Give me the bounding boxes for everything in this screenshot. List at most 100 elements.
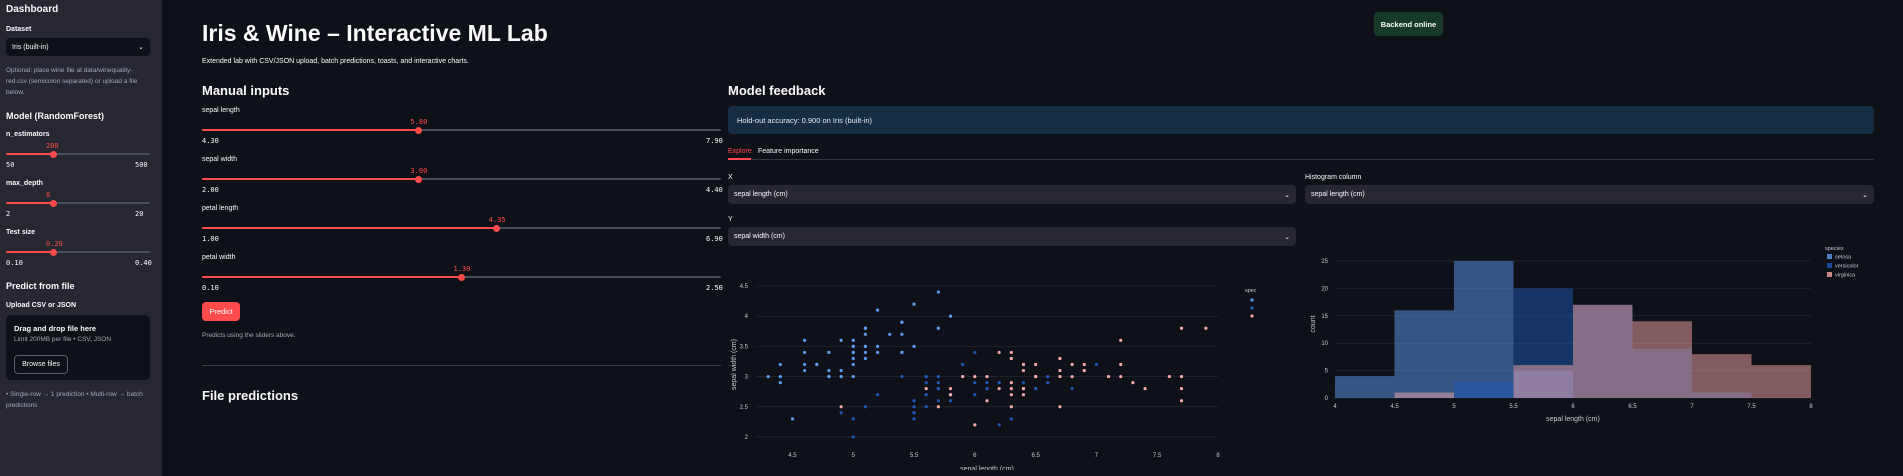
slider-thumb[interactable] (493, 224, 501, 232)
slider-min: 0.10 (6, 259, 23, 267)
sidebar-note: • Single-row → 1 prediction • Multi-row … (6, 389, 143, 411)
scatter-point-virginica (973, 423, 977, 427)
x-tick-label: 8 (1216, 453, 1220, 459)
scatter-point-virginica (1179, 326, 1184, 330)
upload-label: Upload CSV or JSON (6, 302, 77, 309)
scatter-point-setosa (778, 381, 782, 385)
scatter-point-virginica (1058, 405, 1062, 409)
legend-label: setosa (1835, 255, 1852, 261)
scatter-point-versicolor (936, 399, 940, 403)
slider-thumb[interactable] (458, 273, 465, 281)
slider-min: 2 (6, 210, 11, 218)
scatter-point-versicolor (985, 381, 989, 385)
scatter-point-virginica (1070, 374, 1074, 379)
histogram-column-select[interactable]: sepal length (cm) ⌄ (1305, 185, 1874, 204)
slider-fill (6, 251, 54, 253)
scatter-point-virginica (1179, 387, 1184, 391)
slider-value: 3.00 (410, 167, 428, 175)
scatter-point-virginica (973, 374, 977, 379)
scatter-point-setosa (875, 308, 880, 312)
scatter-point-setosa (839, 368, 843, 373)
scatter-point-versicolor (1034, 387, 1038, 391)
x-tick-label: 4.5 (1390, 404, 1399, 410)
y-tick-label: 20 (1321, 286, 1328, 292)
scatter-point-virginica (1082, 368, 1086, 373)
dataset-select-value: Iris (built-in) (12, 43, 49, 51)
x-tick-label: 5.5 (910, 453, 919, 459)
predict-button[interactable]: Predict (202, 302, 240, 321)
scatter-point-setosa (900, 320, 904, 324)
scatter-point-setosa (803, 338, 807, 342)
scatter-point-virginica (948, 387, 953, 391)
legend-marker (1250, 298, 1254, 302)
y-tick-label: 4.5 (740, 284, 749, 290)
scatter-point-virginica (1021, 393, 1026, 397)
slider-thumb[interactable] (50, 150, 58, 158)
scatter-point-virginica (997, 350, 1001, 355)
histogram-bar-setosa (1394, 310, 1454, 398)
scatter-point-setosa (803, 362, 807, 367)
slider-value: 1.30 (453, 265, 471, 273)
scatter-point-setosa (863, 344, 868, 348)
slider-thumb[interactable] (414, 175, 422, 183)
scatter-point-virginica (1204, 326, 1208, 330)
scatter-point-versicolor (851, 435, 855, 439)
slider-min: 50 (6, 161, 15, 169)
y-select[interactable]: sepal width (cm) ⌄ (728, 227, 1296, 246)
x-tick-label: 4 (1333, 404, 1337, 410)
scatter-point-virginica (997, 387, 1001, 391)
scatter-point-setosa (778, 374, 782, 379)
scatter-point-virginica (1179, 399, 1184, 403)
histogram-chart[interactable]: 0 5 10 15 20 25 4 4.5 5 5.5 6 6.5 7 7.5 8 sepal length … (1305, 240, 1874, 430)
scatter-point-setosa (863, 350, 868, 355)
scatter-point-virginica (1034, 362, 1038, 367)
histogram-bar-virginica (1632, 321, 1692, 398)
scatter-point-versicolor (1094, 362, 1099, 367)
tab-explore[interactable]: Explore (728, 148, 752, 155)
scatter-point-versicolor (912, 411, 916, 415)
dataset-help-line: Optional: place wine file at data/winequ… (6, 67, 133, 74)
sidebar: Dashboard Dataset Iris (built-in) ⌄ Opti… (0, 0, 162, 476)
scatter-point-versicolor (912, 405, 916, 409)
scatter-point-virginica (1009, 405, 1013, 409)
scatter-point-setosa (766, 374, 770, 379)
scatter-point-versicolor (900, 374, 904, 379)
x-tick-label: 5 (1452, 404, 1456, 410)
dataset-label: Dataset (6, 26, 32, 33)
slider-fill (6, 202, 54, 204)
scatter-point-setosa (790, 417, 795, 421)
x-axis-label: sepal length (cm) (1546, 416, 1600, 423)
scatter-point-setosa (900, 332, 904, 336)
scatter-point-versicolor (997, 381, 1001, 385)
scatter-point-versicolor (936, 381, 940, 385)
slider-value: 0.20 (45, 240, 63, 248)
x-select[interactable]: sepal length (cm) ⌄ (728, 185, 1296, 204)
scatter-chart[interactable]: 2 2.5 3 3.5 4 4.5 4.5 5 5.5 6 6.5 7 7.5 8 sepal length… (728, 278, 1256, 470)
dataset-select[interactable]: Iris (built-in) ⌄ (6, 38, 150, 56)
histogram-select-value: sepal length (cm) (1311, 191, 1365, 198)
scatter-point-setosa (875, 350, 880, 355)
scatter-point-virginica (1009, 393, 1013, 397)
scatter-point-setosa (827, 350, 831, 355)
browse-files-button[interactable]: Browse files (14, 355, 68, 374)
slider-max: 4.40 (706, 186, 723, 194)
scatter-point-virginica (1009, 387, 1013, 391)
scatter-point-setosa (863, 332, 868, 336)
y-tick-label: 3 (745, 375, 749, 381)
scatter-point-versicolor (985, 387, 989, 391)
predict-caption: Predicts using the sliders above. (202, 332, 296, 339)
x-select-value: sepal length (cm) (734, 191, 788, 198)
y-axis-label: sepal width (cm) (731, 339, 738, 390)
legend-title: species (1245, 288, 1256, 294)
chevron-down-icon: ⌄ (138, 44, 144, 51)
x-axis-label: sepal length (cm) (960, 466, 1014, 470)
tab-feature-importance[interactable]: Feature importance (758, 148, 819, 155)
y-tick-label: 2.5 (740, 405, 749, 411)
slider-thumb[interactable] (50, 248, 58, 256)
slider-thumb[interactable] (50, 199, 58, 207)
slider-thumb[interactable] (414, 126, 422, 134)
scatter-point-virginica (1106, 374, 1111, 379)
x-tick-label: 5 (852, 453, 856, 459)
x-tick-label: 7.5 (1747, 404, 1756, 410)
x-tick-label: 6 (1571, 404, 1575, 410)
